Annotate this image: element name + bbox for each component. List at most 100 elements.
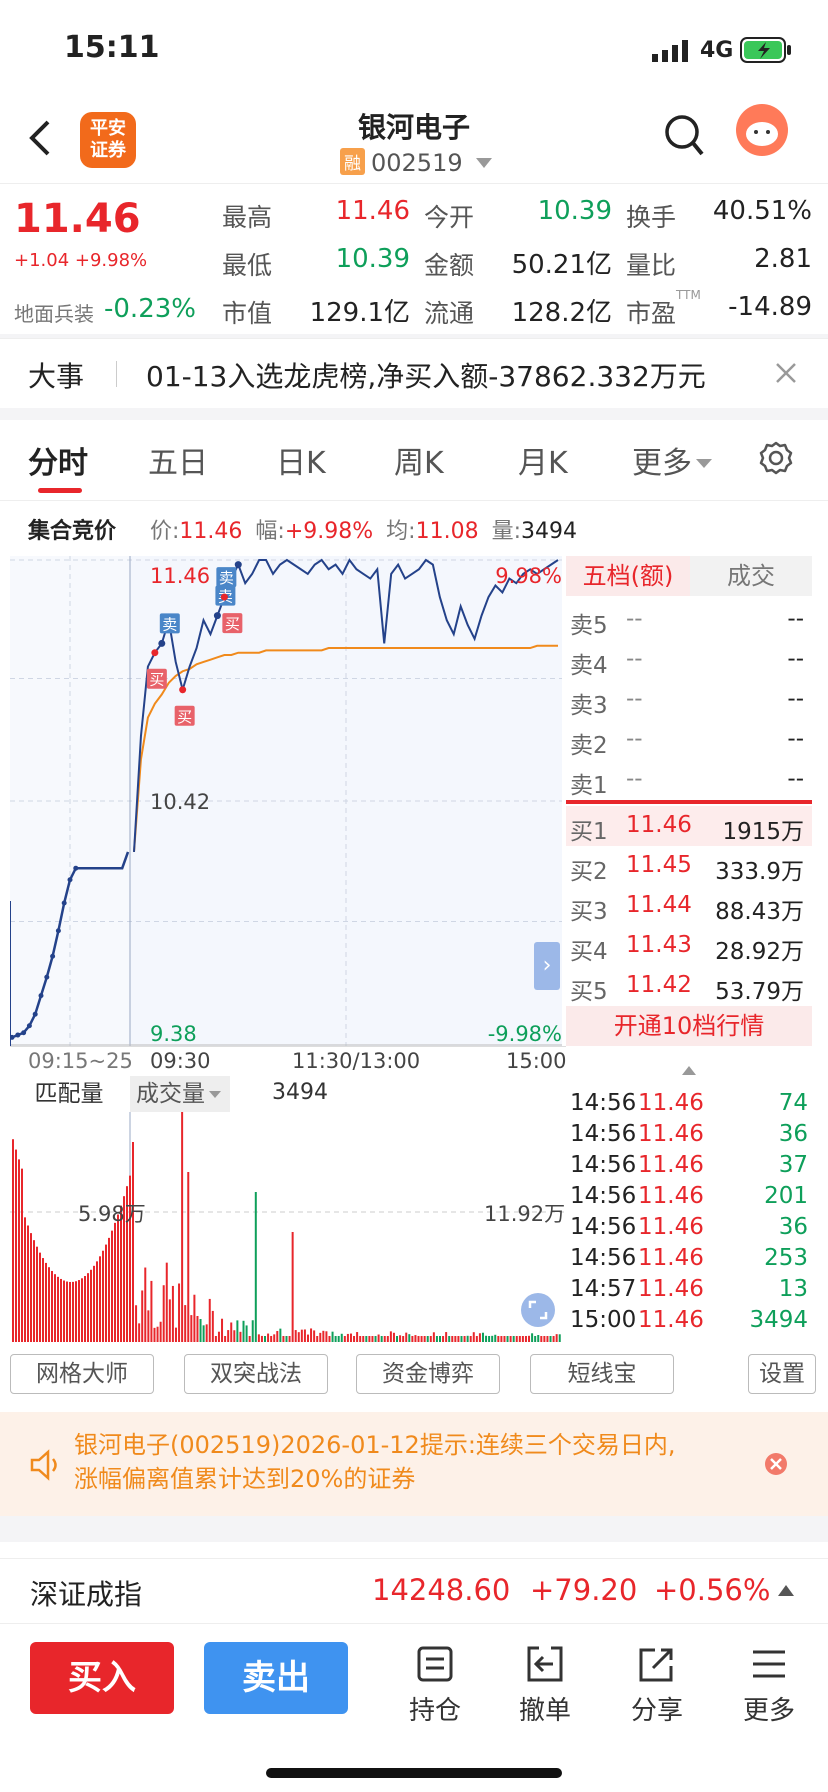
tab-five-levels[interactable]: 五档(额) — [566, 556, 690, 596]
volume-bar — [102, 1250, 104, 1342]
trade-time: 14:56 — [570, 1183, 637, 1209]
tab-more-label: 更多 — [632, 446, 692, 481]
expand-icon[interactable] — [520, 1292, 556, 1332]
quote-label: 最低 — [222, 251, 273, 280]
news-bar[interactable]: 大事 01-13入选龙虎榜,净买入额-37862.332万元 — [0, 338, 828, 408]
volume-bar — [534, 1336, 537, 1342]
tab-month-k[interactable]: 月K — [518, 438, 568, 482]
trade-time: 14:56 — [570, 1152, 637, 1178]
intraday-chart[interactable]: 买卖买卖卖买卖 11.46 10.42 9.38 9.98% -9.98% › — [9, 534, 566, 1046]
battery-icon — [740, 36, 792, 68]
avatar[interactable] — [736, 104, 788, 160]
menu-icon — [753, 1650, 785, 1678]
volume-bar — [96, 1261, 98, 1342]
triangle-up-icon[interactable] — [778, 1585, 794, 1596]
trade-dot — [213, 612, 221, 620]
double-break-button[interactable]: 双突战法 — [184, 1354, 328, 1394]
search-icon[interactable] — [664, 114, 704, 162]
bid-row[interactable]: 买3 11.44 88.43万 — [566, 886, 812, 926]
share-button[interactable]: 分享 — [612, 1644, 702, 1727]
tab-day-k[interactable]: 日K — [276, 438, 326, 482]
volume-bar — [457, 1336, 460, 1342]
bid-row[interactable]: 买2 11.45 333.9万 — [566, 846, 812, 886]
stock-code-selector[interactable]: 融 002519 — [340, 148, 493, 177]
volume-bar — [408, 1334, 411, 1342]
news-text[interactable]: 01-13入选龙虎榜,净买入额-37862.332万元 — [146, 355, 706, 395]
volume-bar — [445, 1332, 448, 1342]
sell-button[interactable]: 卖出 — [204, 1642, 348, 1714]
level-price: 11.42 — [626, 972, 692, 998]
volume-bar — [469, 1336, 472, 1342]
trade-price: 11.46 — [638, 1276, 704, 1302]
volume-bar — [279, 1328, 282, 1342]
home-indicator — [266, 1768, 562, 1778]
grid-master-button[interactable]: 网格大师 — [10, 1354, 154, 1394]
bid-row[interactable]: 买4 11.43 28.92万 — [566, 926, 812, 966]
settings-button[interactable]: 设置 — [748, 1354, 816, 1394]
volume-dropdown[interactable]: 成交量 — [130, 1076, 230, 1112]
tab-intraday[interactable]: 分时 — [28, 438, 88, 482]
buy-button[interactable]: 买入 — [30, 1642, 174, 1714]
open-ten-levels-button[interactable]: 开通10档行情 — [566, 1006, 812, 1046]
ask-row[interactable]: 卖2 -- -- — [566, 720, 812, 760]
price-bottom-label: 9.38 — [150, 1022, 197, 1046]
triangle-up-icon[interactable] — [682, 1066, 696, 1075]
tab-match-volume[interactable]: 匹配量 — [10, 1076, 128, 1112]
ask-row[interactable]: 卖5 -- -- — [566, 600, 812, 640]
level-amount: -- — [787, 766, 804, 792]
tab-more[interactable]: 更多 — [632, 438, 712, 482]
level-amount: 88.43万 — [715, 899, 804, 925]
chevron-right-icon[interactable]: › — [534, 942, 560, 990]
trade-vol: 74 — [778, 1090, 808, 1116]
positions-button[interactable]: 持仓 — [390, 1644, 480, 1727]
risk-notice[interactable]: 银河电子(002519)2026-01-12提示:连续三个交易日内, 涨幅偏离值… — [0, 1412, 828, 1516]
tab-trades[interactable]: 成交 — [690, 556, 812, 596]
tab-five-day[interactable]: 五日 — [148, 438, 208, 482]
volume-dropdown-label: 成交量 — [136, 1081, 205, 1107]
volume-bar — [51, 1270, 53, 1342]
ask-row[interactable]: 卖4 -- -- — [566, 640, 812, 680]
volume-bar — [117, 1214, 119, 1342]
news-label: 大事 — [28, 360, 85, 393]
auction-point — [15, 1032, 21, 1038]
index-ticker[interactable]: 深证成指 14248.60 +79.20 +0.56% — [0, 1558, 828, 1624]
level-label: 卖4 — [570, 653, 608, 679]
cancel-order-button[interactable]: 撤单 — [500, 1644, 590, 1727]
sector-label[interactable]: 地面兵装 — [14, 298, 94, 327]
volume-bar — [356, 1332, 359, 1342]
settings-icon[interactable] — [758, 440, 794, 480]
trade-price: 11.46 — [638, 1121, 704, 1147]
buy-marker: 买 — [174, 705, 195, 726]
volume-bar — [426, 1336, 429, 1342]
quote-value: 10.39 — [335, 244, 410, 274]
sell-marker: 卖 — [159, 613, 180, 634]
ask-row[interactable]: 卖1 -- -- — [566, 760, 812, 800]
tab-week-k[interactable]: 周K — [394, 438, 444, 482]
volume-bar — [500, 1336, 503, 1342]
notice-text-line1: 银河电子(002519)2026-01-12提示:连续三个交易日内, — [74, 1431, 676, 1459]
volume-bar — [392, 1332, 395, 1342]
quote-label: 今开 — [424, 203, 475, 232]
auction-point — [61, 900, 67, 906]
bid-row[interactable]: 买1 11.46 1915万 — [566, 806, 812, 846]
volume-bar — [442, 1336, 445, 1342]
bid-row[interactable]: 买5 11.42 53.79万 — [566, 966, 812, 1006]
close-icon[interactable] — [774, 361, 798, 389]
volume-bar — [21, 1168, 23, 1342]
volume-bar — [78, 1280, 80, 1342]
ask-row[interactable]: 卖3 -- -- — [566, 680, 812, 720]
close-icon[interactable] — [764, 1452, 788, 1480]
volume-bar — [63, 1280, 65, 1342]
volume-bar — [478, 1333, 481, 1342]
volume-bar — [150, 1280, 153, 1342]
short-term-button[interactable]: 短线宝 — [530, 1354, 674, 1394]
volume-bar — [214, 1336, 217, 1342]
level-label: 卖2 — [570, 733, 608, 759]
more-button[interactable]: 更多 — [724, 1644, 814, 1727]
volume-bar — [420, 1336, 423, 1342]
volume-bar — [264, 1336, 267, 1342]
volume-bar — [337, 1336, 340, 1342]
volume-bar — [267, 1333, 270, 1342]
level-price: 11.45 — [626, 852, 692, 878]
capital-game-button[interactable]: 资金博弈 — [356, 1354, 500, 1394]
